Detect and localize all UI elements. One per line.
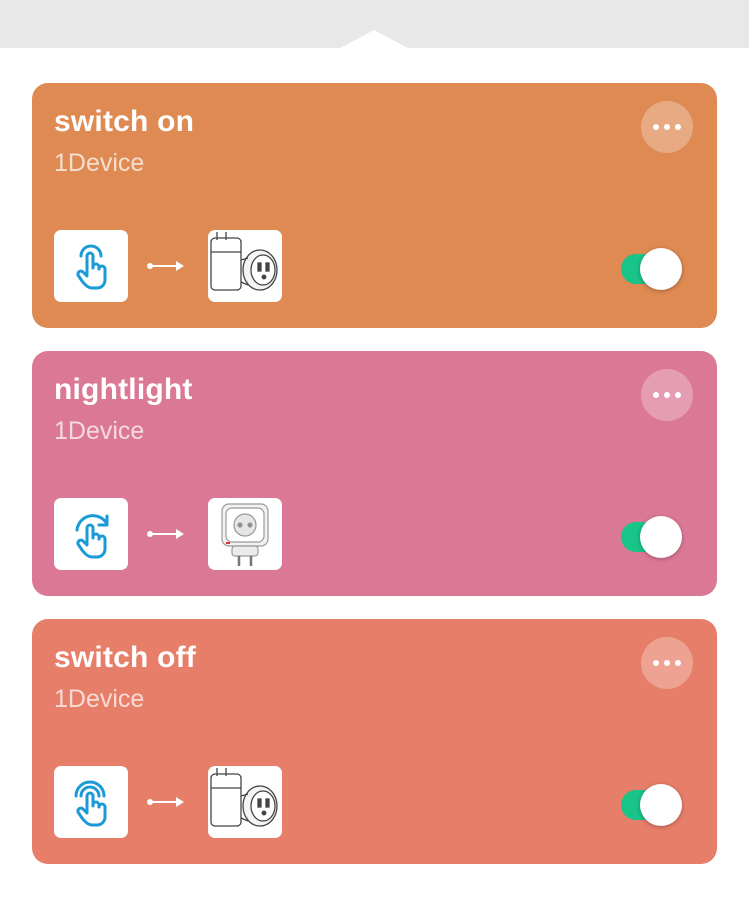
scene-card-switch-on[interactable]: switch on 1Device [32, 83, 717, 328]
arrow-right-icon [147, 261, 184, 271]
trigger-tile[interactable] [54, 230, 128, 302]
scene-device-count: 1Device [54, 149, 145, 177]
scene-card-nightlight[interactable]: nightlight 1Device [32, 351, 717, 596]
scene-device-count: 1Device [54, 417, 145, 445]
arrow-right-icon [147, 797, 184, 807]
trigger-tile[interactable] [54, 766, 128, 838]
header-notch [0, 30, 749, 48]
scene-device-count: 1Device [54, 685, 145, 713]
toggle-knob [640, 248, 682, 290]
tap-hand-icon [76, 244, 107, 290]
rotate-hand-icon [75, 514, 109, 559]
more-dots-icon [653, 124, 681, 130]
more-options-button[interactable] [641, 637, 693, 689]
device-tile[interactable] [208, 230, 282, 302]
scene-title: switch on [54, 105, 195, 138]
smart-plug-eu-icon [221, 503, 269, 566]
more-dots-icon [653, 392, 681, 398]
enable-toggle[interactable] [621, 516, 682, 558]
scene-title: nightlight [54, 373, 193, 406]
smart-plug-us-icon [210, 232, 278, 291]
arrow-right-icon [147, 529, 184, 539]
scene-card-switch-off[interactable]: switch off 1Device [32, 619, 717, 864]
device-tile[interactable] [208, 498, 282, 570]
more-options-button[interactable] [641, 369, 693, 421]
enable-toggle[interactable] [621, 784, 682, 826]
enable-toggle[interactable] [621, 248, 682, 290]
press-hand-icon [74, 780, 107, 827]
toggle-knob [640, 784, 682, 826]
device-tile[interactable] [208, 766, 282, 838]
more-options-button[interactable] [641, 101, 693, 153]
more-dots-icon [653, 660, 681, 666]
smart-plug-us-icon [210, 768, 278, 827]
toggle-knob [640, 516, 682, 558]
scene-title: switch off [54, 641, 196, 674]
trigger-tile[interactable] [54, 498, 128, 570]
